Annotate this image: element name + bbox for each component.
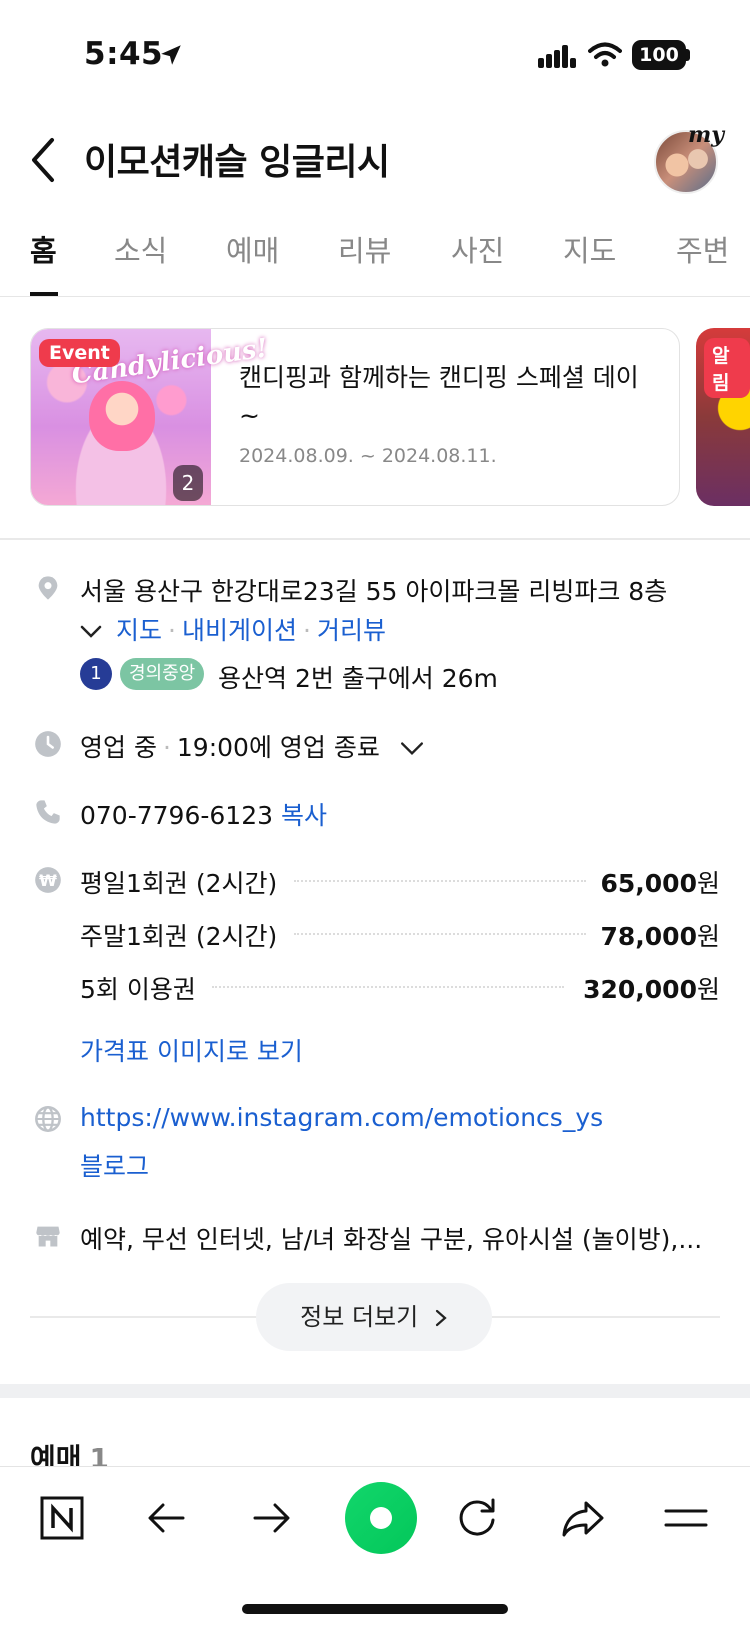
event-date: 2024.08.09. ~ 2024.08.11. — [239, 445, 497, 467]
business-hours[interactable]: 영업 중 · 19:00에 영업 종료 — [80, 728, 424, 764]
more-info-button[interactable]: 정보 더보기 — [256, 1283, 492, 1351]
battery-indicator: 100 — [632, 40, 686, 70]
price-leader-dots — [212, 986, 564, 988]
subway-directions: 용산역 2번 출구에서 26m — [218, 664, 498, 693]
status-time: 5:45 — [84, 36, 164, 72]
naver-home-icon[interactable] — [32, 1488, 92, 1548]
tab-booking[interactable]: 예매 — [226, 228, 279, 270]
place-title: 이모션캐슬 잉글리시 — [84, 142, 390, 183]
tabs-divider — [0, 296, 750, 297]
event-card[interactable]: Candylicious! Event 2 캔디핑과 함께하는 캔디핑 스페셜 … — [30, 328, 680, 506]
tab-reviews[interactable]: 리뷰 — [338, 228, 391, 270]
street-view-link[interactable]: 거리뷰 — [317, 616, 386, 645]
homepage-link[interactable]: https://www.instagram.com/emotioncs_ys — [80, 1103, 603, 1132]
avatar-my-label: my — [688, 122, 725, 148]
wifi-icon — [588, 42, 622, 67]
phone-number: 070-7796-6123 복사 — [80, 796, 327, 832]
notice-badge: 알림 — [704, 338, 750, 398]
price-leader-dots — [294, 880, 586, 882]
event-character-image — [89, 381, 155, 451]
refresh-icon[interactable] — [447, 1488, 507, 1548]
price-unit: 원 — [696, 869, 720, 898]
section-divider — [0, 538, 750, 540]
chevron-down-icon[interactable] — [400, 741, 424, 757]
tab-photos[interactable]: 사진 — [451, 228, 504, 270]
back-arrow-icon[interactable] — [28, 136, 58, 184]
price-value: 65,000원 — [601, 864, 721, 900]
phone-icon — [36, 800, 60, 824]
price-label: 5회 이용권 — [80, 975, 196, 1004]
navigation-link[interactable]: 내비게이션 — [182, 616, 297, 645]
price-amount: 320,000 — [583, 975, 697, 1004]
facilities-text: 예약, 무선 인터넷, 남/녀 화장실 구분, 유아시설 (놀이방),... — [80, 1225, 703, 1254]
battery-tip — [686, 49, 690, 61]
price-label: 주말1회권 (2시간) — [80, 922, 278, 951]
price-amount: 65,000 — [600, 869, 697, 898]
price-unit: 원 — [696, 975, 720, 1004]
price-amount: 78,000 — [600, 922, 697, 951]
image-count-badge: 2 — [173, 465, 203, 501]
tab-home[interactable]: 홈 — [30, 228, 57, 270]
section-divider-thick — [0, 1384, 750, 1398]
event-title: 캔디핑과 함께하는 캔디핑 스페셜 데이 ~ — [239, 363, 639, 430]
hours-status: 영업 중 — [80, 733, 157, 762]
svg-text:₩: ₩ — [39, 871, 57, 890]
chevron-down-icon[interactable] — [80, 624, 102, 640]
copy-button[interactable]: 복사 — [281, 801, 327, 830]
price-value: 78,000원 — [601, 917, 721, 953]
subway-line-name-badge: 경의중앙 — [120, 658, 205, 690]
separator-dot: · — [168, 616, 176, 645]
chevron-right-icon — [435, 1309, 447, 1327]
separator-dot: · — [302, 616, 311, 645]
hours-detail: 19:00에 영업 종료 — [176, 733, 380, 762]
price-label: 평일1회권 (2시간) — [80, 869, 278, 898]
phone-number-value[interactable]: 070-7796-6123 — [80, 801, 273, 830]
globe-icon — [35, 1106, 61, 1132]
more-info-label: 정보 더보기 — [300, 1303, 419, 1331]
browser-back-icon[interactable] — [137, 1488, 197, 1548]
event-badge: Event — [39, 339, 120, 367]
tab-nearby[interactable]: 주변 — [676, 228, 729, 270]
price-unit: 원 — [696, 922, 720, 951]
map-links: 지도 · 내비게이션 · 거리뷰 — [80, 611, 386, 647]
menu-icon[interactable] — [656, 1488, 716, 1548]
location-pin-icon — [38, 576, 58, 600]
address-text: 서울 용산구 한강대로23길 55 아이파크몰 리빙파크 8층 — [80, 577, 668, 606]
tab-map[interactable]: 지도 — [563, 228, 616, 270]
price-image-link[interactable]: 가격표 이미지로 보기 — [80, 1032, 303, 1068]
map-link[interactable]: 지도 — [116, 616, 162, 645]
price-value: 320,000원 — [583, 970, 720, 1006]
separator-dot: · — [162, 733, 171, 762]
location-arrow-icon — [161, 45, 181, 65]
tab-news[interactable]: 소식 — [114, 228, 167, 270]
won-currency-icon: ₩ — [35, 867, 61, 893]
clock-icon — [35, 731, 61, 757]
price-leader-dots — [294, 933, 586, 935]
home-indicator — [242, 1604, 508, 1614]
share-icon[interactable] — [553, 1488, 613, 1548]
naver-green-dot-icon[interactable] — [343, 1480, 419, 1556]
cellular-signal-icon — [538, 45, 576, 68]
store-icon — [36, 1226, 60, 1247]
blog-link[interactable]: 블로그 — [80, 1147, 149, 1183]
subway-line-number-badge: 1 — [80, 658, 112, 690]
browser-forward-icon[interactable] — [241, 1488, 301, 1548]
event-thumbnail: Candylicious! Event 2 — [31, 329, 270, 505]
